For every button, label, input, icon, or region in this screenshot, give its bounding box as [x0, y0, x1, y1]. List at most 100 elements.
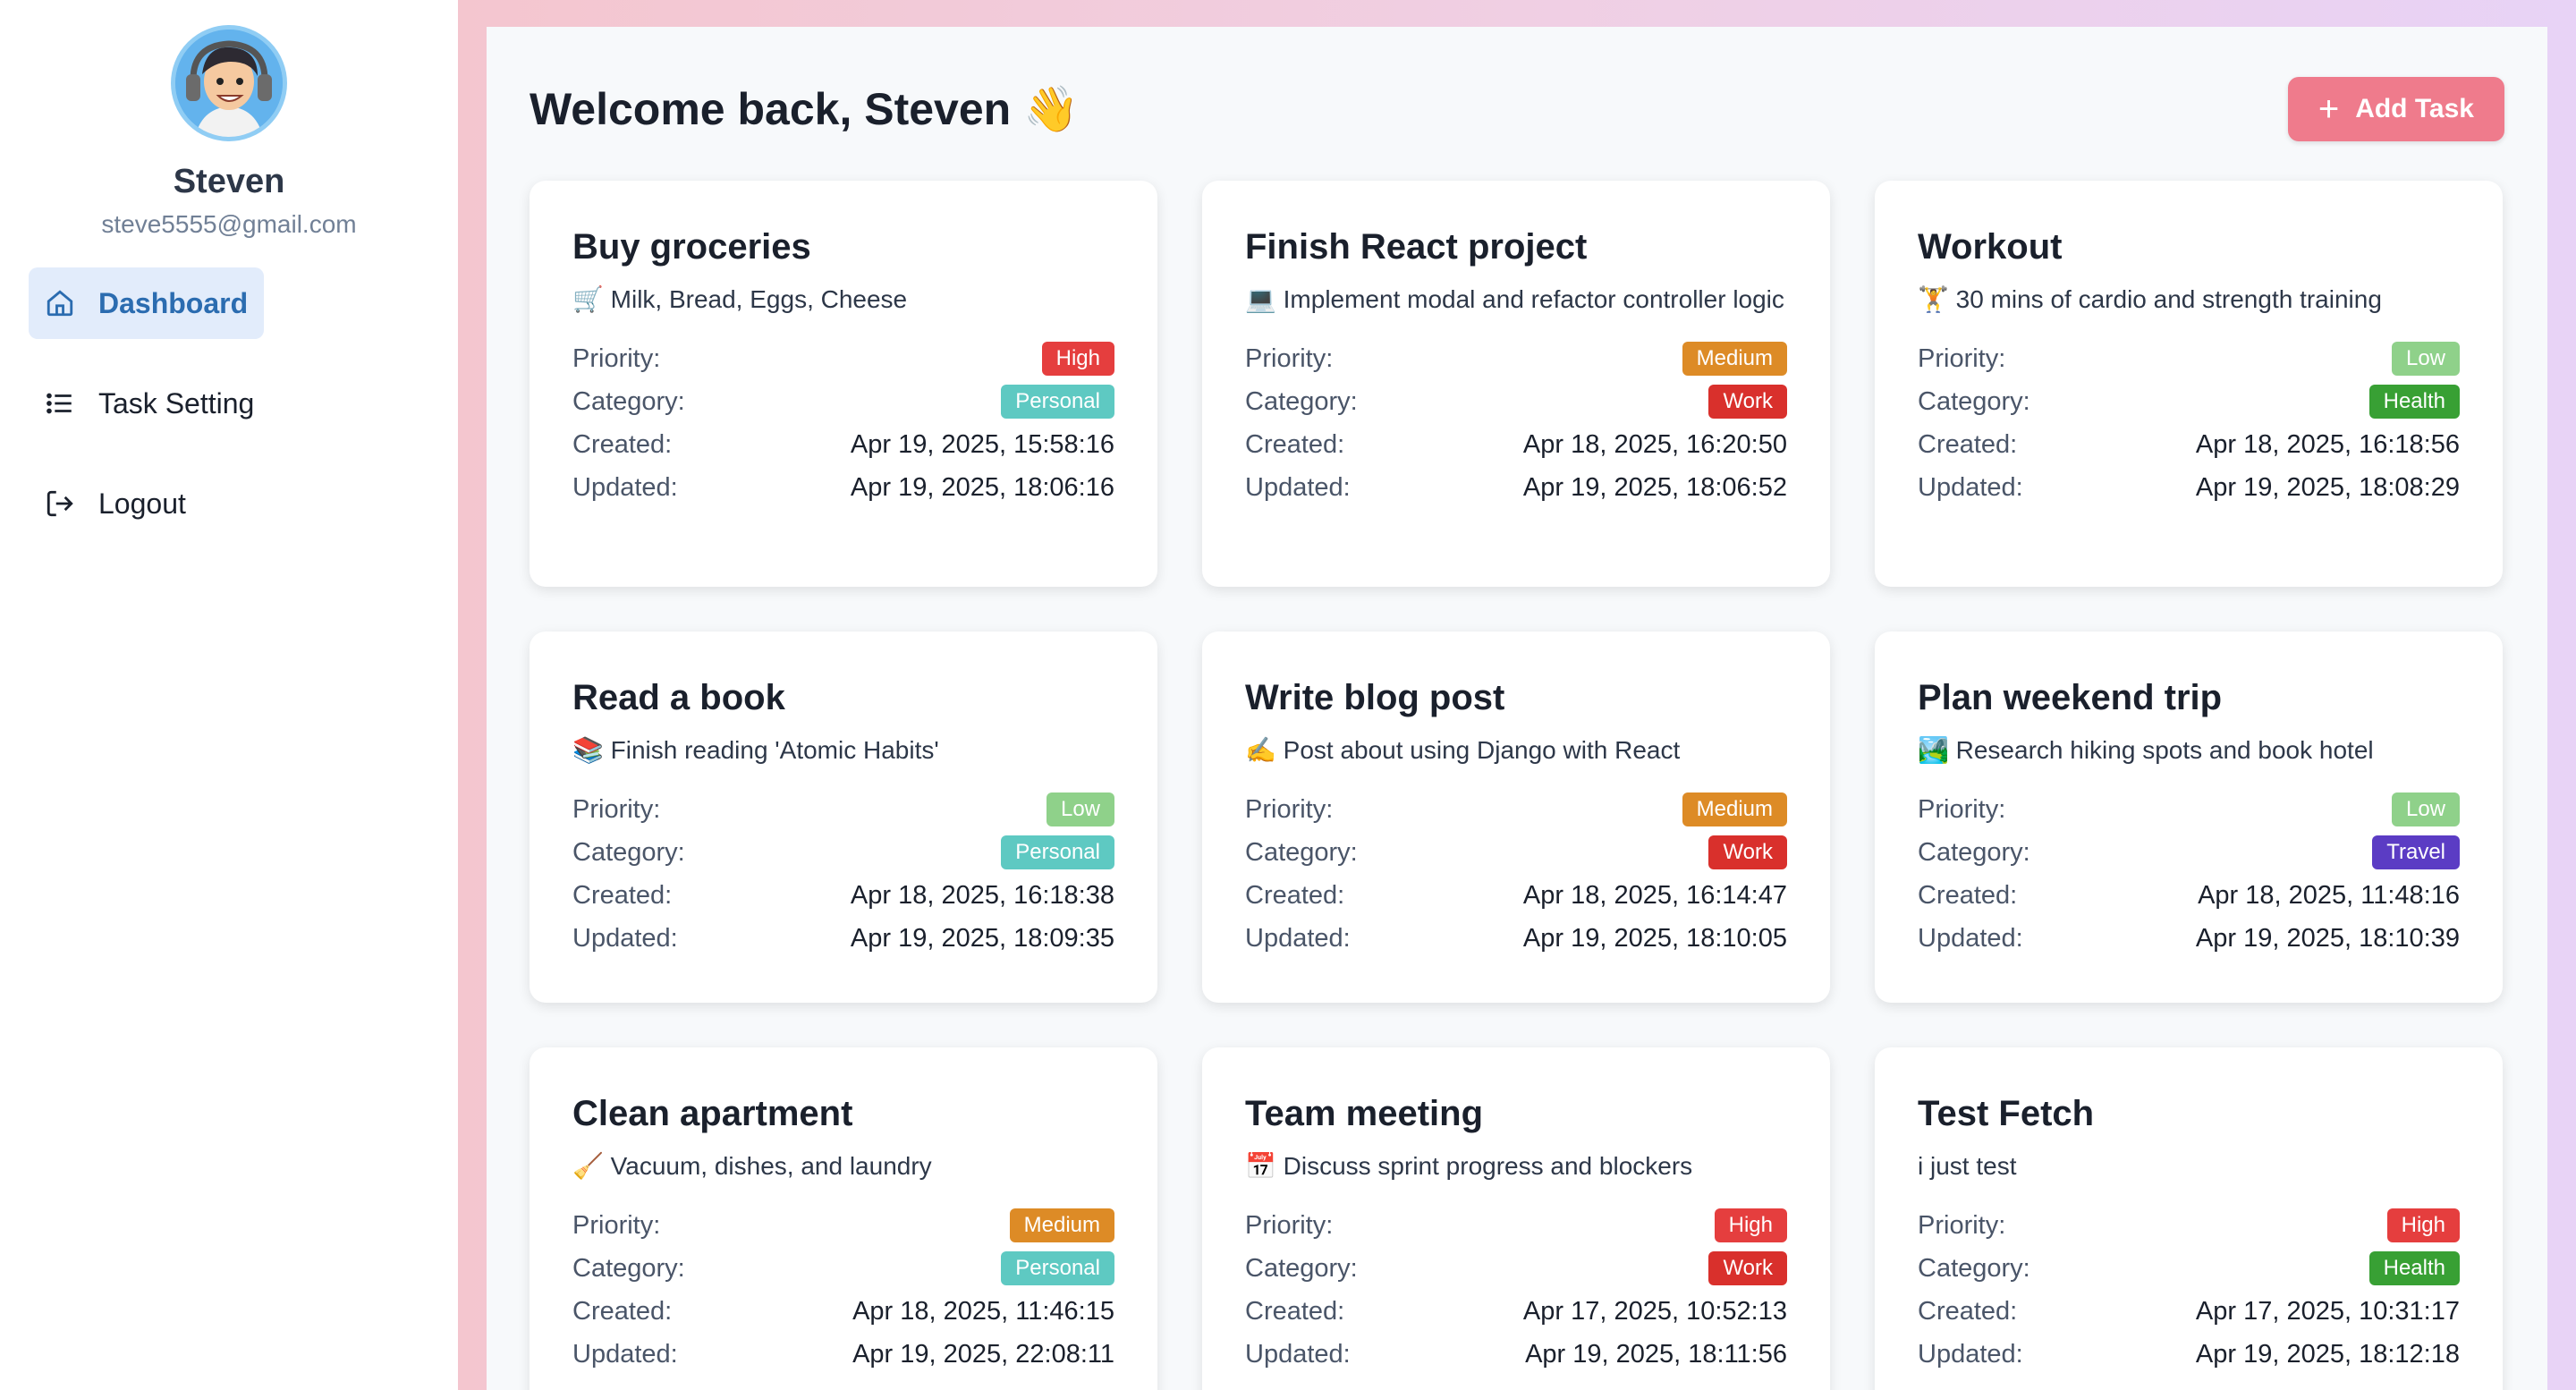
updated-label: Updated: [572, 1339, 678, 1369]
created-row: Created: Apr 18, 2025, 16:18:56 [1918, 423, 2460, 466]
created-value: Apr 17, 2025, 10:31:17 [2195, 1296, 2460, 1326]
task-card[interactable]: Finish React project 💻 Implement modal a… [1202, 181, 1830, 587]
category-label: Category: [1245, 386, 1358, 416]
task-grid: Buy groceries 🛒 Milk, Bread, Eggs, Chees… [530, 181, 2504, 1390]
task-description: 🏋️ 30 mins of cardio and strength traini… [1918, 285, 2382, 313]
category-row: Category: Work [1245, 380, 1787, 423]
sidebar-item-task-setting[interactable]: Task Setting [29, 368, 270, 439]
priority-label: Priority: [1245, 343, 1334, 373]
priority-badge: Medium [1682, 792, 1787, 826]
priority-label: Priority: [1918, 343, 2006, 373]
updated-value: Apr 19, 2025, 18:10:05 [1522, 923, 1787, 953]
priority-row: Priority: High [572, 337, 1114, 380]
avatar-cartoon-icon [175, 30, 283, 137]
updated-row: Updated: Apr 19, 2025, 18:10:05 [1245, 917, 1787, 960]
task-title: Finish React project [1245, 227, 1588, 267]
updated-value: Apr 19, 2025, 18:06:52 [1522, 472, 1787, 502]
category-badge: Personal [1001, 1251, 1114, 1285]
task-description: ✍️ Post about using Django with React [1245, 736, 1681, 764]
task-description: 🛒 Milk, Bread, Eggs, Cheese [572, 285, 908, 313]
category-label: Category: [1918, 1253, 2030, 1283]
category-label: Category: [1918, 386, 2030, 416]
priority-row: Priority: Medium [1245, 337, 1787, 380]
priority-row: Priority: Low [1918, 337, 2460, 380]
task-title: Plan weekend trip [1918, 678, 2223, 717]
priority-label: Priority: [1918, 1210, 2006, 1240]
created-row: Created: Apr 18, 2025, 16:14:47 [1245, 874, 1787, 917]
add-task-label: Add Task [2355, 94, 2474, 123]
updated-row: Updated: Apr 19, 2025, 18:09:35 [572, 917, 1114, 960]
category-row: Category: Personal [572, 380, 1114, 423]
dashboard-panel: Welcome back, Steven 👋 + Add Task Buy gr… [487, 27, 2547, 1390]
list-icon [47, 393, 72, 414]
category-badge: Work [1708, 1251, 1787, 1285]
created-label: Created: [572, 880, 673, 910]
task-card[interactable]: Write blog post ✍️ Post about using Djan… [1202, 631, 1830, 1003]
dashboard-header: Welcome back, Steven 👋 + Add Task [530, 73, 2504, 145]
sidebar: Steven steve5555@gmail.com Dashboard Tas… [0, 0, 458, 1390]
priority-row: Priority: Medium [1245, 788, 1787, 831]
task-description: 📚 Finish reading 'Atomic Habits' [572, 736, 939, 764]
priority-badge: Medium [1682, 342, 1787, 376]
created-row: Created: Apr 17, 2025, 10:52:13 [1245, 1290, 1787, 1333]
updated-value: Apr 19, 2025, 18:11:56 [1525, 1339, 1787, 1369]
updated-row: Updated: Apr 19, 2025, 18:12:18 [1918, 1333, 2460, 1376]
plus-icon: + [2318, 89, 2340, 129]
category-label: Category: [1245, 1253, 1358, 1283]
avatar[interactable] [171, 25, 287, 141]
updated-value: Apr 19, 2025, 18:12:18 [2195, 1339, 2460, 1369]
task-title: Write blog post [1245, 678, 1505, 717]
task-card[interactable]: Plan weekend trip 🏞️ Research hiking spo… [1875, 631, 2503, 1003]
category-label: Category: [572, 837, 685, 867]
created-label: Created: [572, 429, 673, 459]
task-card[interactable]: Buy groceries 🛒 Milk, Bread, Eggs, Chees… [530, 181, 1157, 587]
priority-row: Priority: High [1245, 1204, 1787, 1247]
category-label: Category: [1245, 837, 1358, 867]
priority-label: Priority: [1245, 794, 1334, 824]
created-label: Created: [1245, 1296, 1345, 1326]
task-card[interactable]: Team meeting 📅 Discuss sprint progress a… [1202, 1047, 1830, 1390]
category-row: Category: Work [1245, 1247, 1787, 1290]
category-label: Category: [1918, 837, 2030, 867]
updated-label: Updated: [572, 472, 678, 502]
task-description: 💻 Implement modal and refactor controlle… [1245, 285, 1784, 313]
task-title: Team meeting [1245, 1094, 1483, 1133]
category-row: Category: Personal [572, 1247, 1114, 1290]
category-row: Category: Health [1918, 1247, 2460, 1290]
priority-label: Priority: [572, 1210, 661, 1240]
task-card[interactable]: Workout 🏋️ 30 mins of cardio and strengt… [1875, 181, 2503, 587]
task-card[interactable]: Test Fetch i just test Priority: High Ca… [1875, 1047, 2503, 1390]
updated-label: Updated: [1918, 923, 2023, 953]
priority-badge: Low [2391, 792, 2460, 826]
updated-value: Apr 19, 2025, 18:09:35 [850, 923, 1114, 953]
sidebar-item-logout[interactable]: Logout [29, 468, 202, 539]
category-badge: Health [2368, 1251, 2460, 1285]
category-badge: Health [2368, 385, 2460, 419]
updated-value: Apr 19, 2025, 18:10:39 [2195, 923, 2460, 953]
sidebar-item-label: Task Setting [98, 386, 255, 420]
category-badge: Travel [2372, 835, 2460, 869]
updated-label: Updated: [1918, 472, 2023, 502]
created-value: Apr 18, 2025, 11:46:15 [852, 1296, 1114, 1326]
created-value: Apr 18, 2025, 16:20:50 [1522, 429, 1787, 459]
task-description: 📅 Discuss sprint progress and blockers [1245, 1152, 1693, 1180]
task-description: i just test [1918, 1152, 2017, 1180]
category-row: Category: Work [1245, 831, 1787, 874]
user-email: steve5555@gmail.com [101, 210, 357, 238]
updated-row: Updated: Apr 19, 2025, 18:11:56 [1245, 1333, 1787, 1376]
task-card[interactable]: Clean apartment 🧹 Vacuum, dishes, and la… [530, 1047, 1157, 1390]
task-card[interactable]: Read a book 📚 Finish reading 'Atomic Hab… [530, 631, 1157, 1003]
add-task-button[interactable]: + Add Task [2287, 77, 2504, 141]
created-label: Created: [1918, 429, 2018, 459]
priority-row: Priority: High [1918, 1204, 2460, 1247]
created-row: Created: Apr 18, 2025, 11:48:16 [1918, 874, 2460, 917]
created-label: Created: [1245, 880, 1345, 910]
category-label: Category: [572, 1253, 685, 1283]
task-title: Buy groceries [572, 227, 811, 267]
updated-label: Updated: [1245, 1339, 1351, 1369]
priority-badge: High [1714, 1208, 1787, 1242]
sidebar-item-dashboard[interactable]: Dashboard [29, 267, 265, 339]
category-row: Category: Travel [1918, 831, 2460, 874]
category-badge: Work [1708, 385, 1787, 419]
created-value: Apr 18, 2025, 16:18:56 [2195, 429, 2460, 459]
